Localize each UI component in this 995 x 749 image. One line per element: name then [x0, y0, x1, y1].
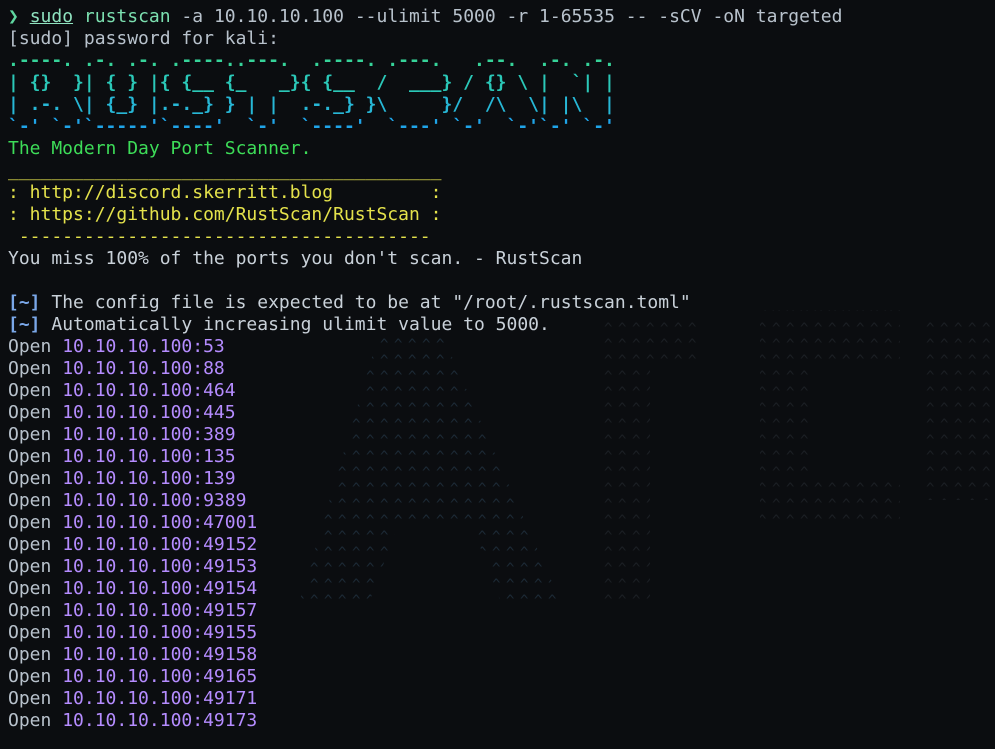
open-port-address: 10.10.10.100:49157: [62, 600, 258, 621]
open-label: Open: [8, 578, 52, 599]
open-port-address: 10.10.10.100:47001: [62, 512, 258, 533]
open-port-row: Open 10.10.10.100:464: [8, 380, 995, 402]
open-port-address: 10.10.10.100:49171: [62, 688, 258, 709]
open-label: Open: [8, 402, 52, 423]
open-port-row: Open 10.10.10.100:49157: [8, 600, 995, 622]
info-line-config: [~] The config file is expected to be at…: [8, 292, 995, 314]
sudo-password-prompt: [sudo] password for kali:: [8, 28, 279, 49]
open-label: Open: [8, 512, 52, 533]
open-port-row: Open 10.10.10.100:47001: [8, 512, 995, 534]
info-line-ulimit: [~] Automatically increasing ulimit valu…: [8, 314, 995, 336]
links-box-top: ________________________________________: [8, 160, 442, 181]
open-port-address: 10.10.10.100:49165: [62, 666, 258, 687]
rustscan-quote: You miss 100% of the ports you don't sca…: [8, 248, 583, 269]
open-port-address: 10.10.10.100:49155: [62, 622, 258, 643]
open-label: Open: [8, 534, 52, 555]
open-port-row: Open 10.10.10.100:445: [8, 402, 995, 424]
open-label: Open: [8, 424, 52, 445]
prompt-arrow-icon: ❯: [8, 6, 19, 27]
info-marker: [~]: [8, 292, 41, 313]
open-port-address: 10.10.10.100:389: [62, 424, 236, 445]
info-marker: [~]: [8, 314, 41, 335]
open-port-row: Open 10.10.10.100:49152: [8, 534, 995, 556]
open-port-address: 10.10.10.100:49158: [62, 644, 258, 665]
open-port-address: 10.10.10.100:53: [62, 336, 225, 357]
open-label: Open: [8, 446, 52, 467]
terminal-window[interactable]: ^ ^ ❯ sudo rustscan -a 10.10.10.100 --ul…: [0, 0, 995, 749]
rustscan-banner-line-1: .----. .-. .-. .----..---. .----. .---. …: [8, 50, 615, 71]
open-port-row: Open 10.10.10.100:49154: [8, 578, 995, 600]
open-port-row: Open 10.10.10.100:53: [8, 336, 995, 358]
open-label: Open: [8, 380, 52, 401]
open-label: Open: [8, 600, 52, 621]
sudo-command: sudo: [29, 6, 74, 27]
open-port-address: 10.10.10.100:49152: [62, 534, 258, 555]
open-port-address: 10.10.10.100:49153: [62, 556, 258, 577]
open-port-row: Open 10.10.10.100:49155: [8, 622, 995, 644]
open-port-row: Open 10.10.10.100:135: [8, 446, 995, 468]
command-line: ❯ sudo rustscan -a 10.10.10.100 --ulimit…: [8, 6, 995, 28]
rustscan-banner-line-3: | .-. \| {_} |.-._} } | | .-._} }\ }/ /\…: [8, 94, 615, 115]
open-label: Open: [8, 556, 52, 577]
program-name: rustscan: [83, 6, 171, 27]
open-port-address: 10.10.10.100:88: [62, 358, 225, 379]
open-label: Open: [8, 688, 52, 709]
open-port-address: 10.10.10.100:49154: [62, 578, 258, 599]
open-ports-list: Open 10.10.10.100:53 Open 10.10.10.100:88…: [8, 336, 995, 732]
open-port-row: Open 10.10.10.100:9389: [8, 490, 995, 512]
rustscan-banner-line-2: | {} }| { } |{ {__ {_ _}{ {__ / ___} / {…: [8, 72, 615, 93]
links-box-bottom: --------------------------------------: [8, 226, 431, 247]
open-port-row: Open 10.10.10.100:389: [8, 424, 995, 446]
open-port-row: Open 10.10.10.100:88: [8, 358, 995, 380]
open-port-row: Open 10.10.10.100:49165: [8, 666, 995, 688]
open-port-address: 10.10.10.100:135: [62, 446, 236, 467]
rustscan-banner-line-4: `-' `-'`-----'`----' `-' `----' `---' `-…: [8, 116, 615, 137]
discord-link-line[interactable]: : http://discord.skerritt.blog :: [8, 182, 995, 204]
open-port-row: Open 10.10.10.100:49171: [8, 688, 995, 710]
open-port-row: Open 10.10.10.100:139: [8, 468, 995, 490]
tagline: The Modern Day Port Scanner.: [8, 138, 312, 159]
open-label: Open: [8, 490, 52, 511]
open-port-address: 10.10.10.100:139: [62, 468, 236, 489]
open-label: Open: [8, 358, 52, 379]
open-port-address: 10.10.10.100:464: [62, 380, 236, 401]
open-label: Open: [8, 622, 52, 643]
open-port-row: Open 10.10.10.100:49158: [8, 644, 995, 666]
open-port-row: Open 10.10.10.100:49153: [8, 556, 995, 578]
open-label: Open: [8, 666, 52, 687]
open-port-address: 10.10.10.100:445: [62, 402, 236, 423]
github-link-line[interactable]: : https://github.com/RustScan/RustScan :: [8, 204, 995, 226]
open-label: Open: [8, 468, 52, 489]
open-label: Open: [8, 644, 52, 665]
open-label: Open: [8, 336, 52, 357]
open-port-address: 10.10.10.100:49173: [62, 710, 258, 731]
open-label: Open: [8, 710, 52, 731]
terminal-output: ❯ sudo rustscan -a 10.10.10.100 --ulimit…: [8, 6, 995, 732]
open-port-row: Open 10.10.10.100:49173: [8, 710, 995, 732]
info-text: The config file is expected to be at "/r…: [40, 292, 691, 313]
info-text: Automatically increasing ulimit value to…: [40, 314, 550, 335]
command-arguments: -a 10.10.10.100 --ulimit 5000 -r 1-65535…: [170, 6, 843, 27]
open-port-address: 10.10.10.100:9389: [62, 490, 247, 511]
